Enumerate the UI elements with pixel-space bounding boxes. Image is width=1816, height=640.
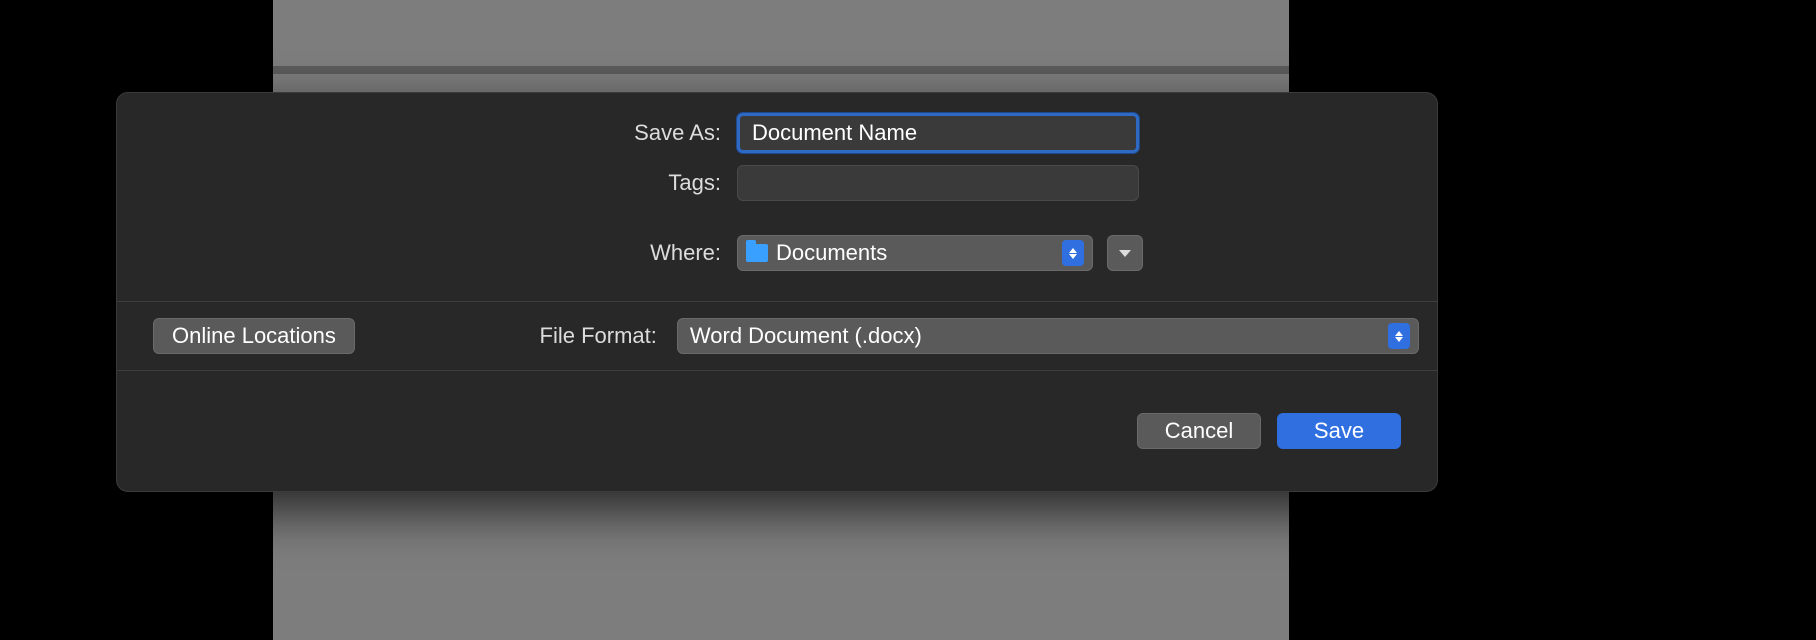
save-dialog-mid: Online Locations File Format: Word Docum… xyxy=(117,302,1437,370)
cancel-label: Cancel xyxy=(1165,418,1233,444)
cancel-button[interactable]: Cancel xyxy=(1137,413,1261,449)
folder-icon xyxy=(746,244,768,262)
tags-row: Tags: xyxy=(117,159,1437,207)
where-label: Where: xyxy=(117,240,721,266)
save-button[interactable]: Save xyxy=(1277,413,1401,449)
where-select[interactable]: Documents xyxy=(737,235,1093,271)
save-as-row: Save As: xyxy=(117,107,1437,159)
updown-arrows-icon xyxy=(1062,240,1084,266)
chevron-down-icon xyxy=(1119,250,1131,257)
where-value: Documents xyxy=(776,240,1054,266)
save-dialog-top: Save As: Tags: Where: Documents xyxy=(117,93,1437,301)
save-as-label: Save As: xyxy=(117,120,721,146)
file-format-select[interactable]: Word Document (.docx) xyxy=(677,318,1419,354)
save-dialog-bottom: Cancel Save xyxy=(117,371,1437,491)
online-locations-label: Online Locations xyxy=(172,323,336,349)
file-format-label: File Format: xyxy=(375,323,657,349)
save-label: Save xyxy=(1314,418,1364,444)
where-row: Where: Documents xyxy=(117,229,1437,277)
file-format-value: Word Document (.docx) xyxy=(690,323,1388,349)
save-dialog: Save As: Tags: Where: Documents xyxy=(116,92,1438,492)
expand-dialog-button[interactable] xyxy=(1107,235,1143,271)
online-locations-button[interactable]: Online Locations xyxy=(153,318,355,354)
updown-arrows-icon xyxy=(1388,323,1410,349)
save-as-input[interactable] xyxy=(737,113,1139,153)
tags-label: Tags: xyxy=(117,170,721,196)
tags-input[interactable] xyxy=(737,165,1139,201)
